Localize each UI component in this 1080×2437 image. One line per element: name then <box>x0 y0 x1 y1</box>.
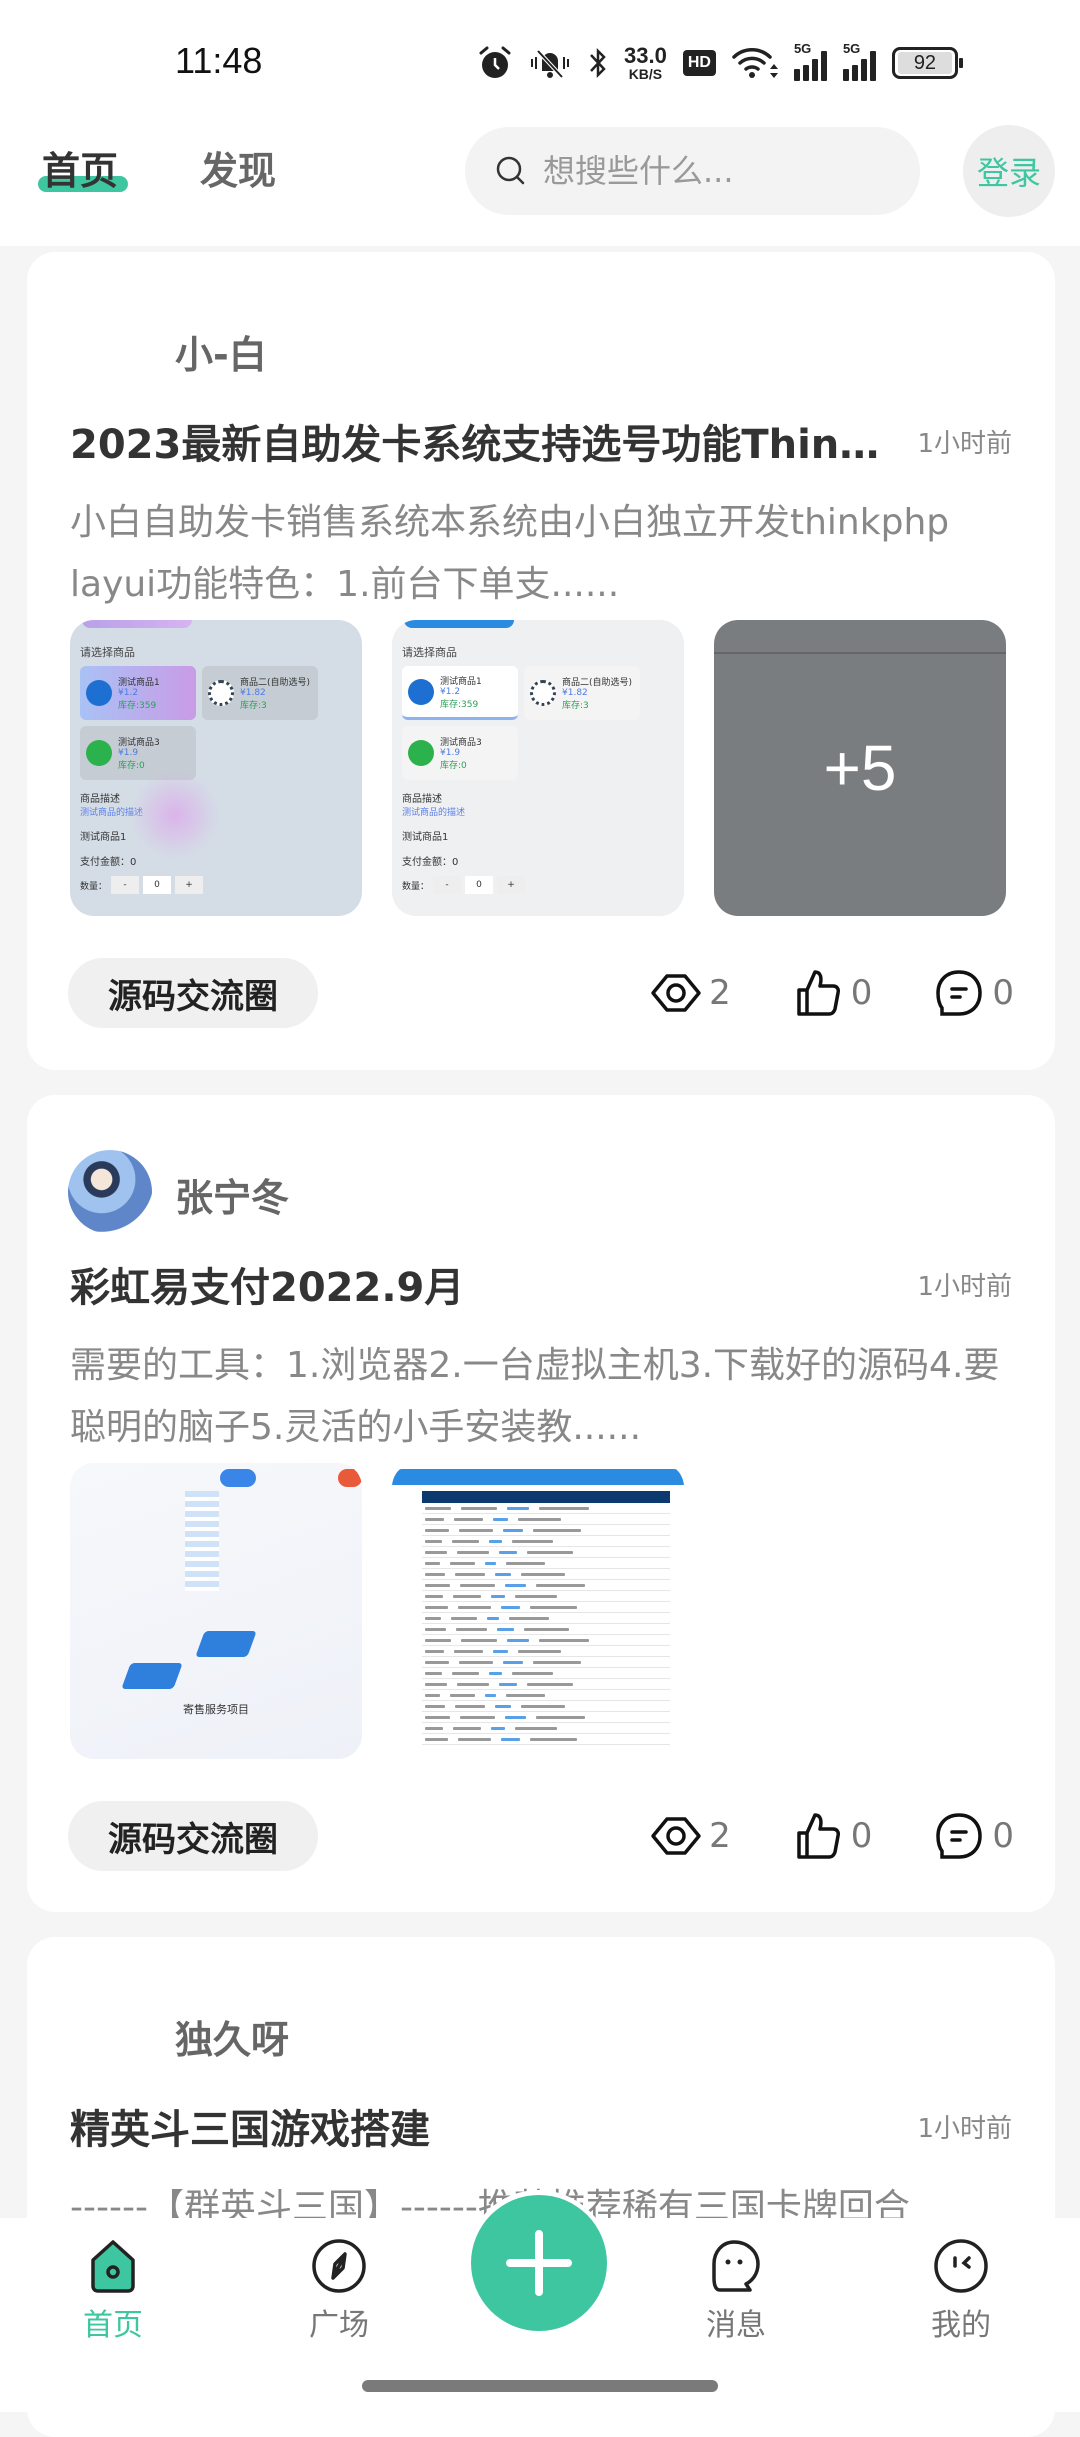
image-table-row <box>422 1690 670 1701</box>
post-image[interactable] <box>392 1463 684 1759</box>
tab-discover[interactable]: 发现 <box>200 140 276 195</box>
image-table-row <box>422 1580 670 1591</box>
post-card[interactable]: 张宁冬 彩虹易支付2022.9月 1小时前 需要的工具：1.浏览器2.一台虚拟主… <box>27 1095 1055 1912</box>
post-image[interactable]: 寄售服务项目 <box>70 1463 362 1759</box>
nav-square[interactable]: 广场 <box>279 2236 399 2344</box>
image-table-row <box>422 1602 670 1613</box>
views-stat: 2 <box>647 964 731 1022</box>
profile-icon <box>934 2239 988 2293</box>
author-name[interactable]: 小-白 <box>175 324 267 379</box>
image-table-row <box>422 1668 670 1679</box>
post-card[interactable]: 小-白 2023最新自助发卡系统支持选号功能Think... 1小时前 小白自助… <box>27 252 1055 1070</box>
image-caption: 寄售服务项目 <box>183 1703 249 1716</box>
post-excerpt: 小白自助发卡销售系统本系统由小白独立开发thinkphp layui功能特色：1… <box>70 502 950 605</box>
comment-icon <box>936 970 983 1016</box>
image-table-row <box>422 1657 670 1668</box>
more-images-count: +5 <box>823 732 897 804</box>
nav-messages[interactable]: 消息 <box>676 2236 796 2344</box>
circle-tag[interactable]: 源码交流圈 <box>68 1801 318 1871</box>
post-title[interactable]: 2023最新自助发卡系统支持选号功能Think... <box>70 412 900 470</box>
post-title[interactable]: 彩虹易支付2022.9月 <box>70 1255 464 1313</box>
image-table-row <box>422 1569 670 1580</box>
top-header: 首页 发现 登录 <box>0 110 1080 246</box>
compass-icon <box>312 2239 366 2293</box>
author-name[interactable]: 独久呀 <box>175 2009 289 2064</box>
image-table-row <box>422 1723 670 1734</box>
signal-5g-icon: 5G <box>793 41 827 81</box>
message-icon <box>712 2240 760 2292</box>
circle-tag[interactable]: 源码交流圈 <box>68 958 318 1028</box>
like-button[interactable]: 0 <box>789 1807 872 1865</box>
search-icon <box>496 156 525 185</box>
comment-button[interactable]: 0 <box>930 964 1014 1022</box>
image-table-row <box>422 1547 670 1558</box>
nav-profile[interactable]: 我的 <box>901 2236 1021 2344</box>
post-image[interactable]: 请选择商品 测试商品1 ¥1.2 库存:359 商品二(自助选号) ¥1.82 库存:3… <box>70 620 362 916</box>
network-speed: 33.0 KB/S <box>624 43 667 82</box>
image-table-row <box>422 1591 670 1602</box>
image-table-row <box>422 1712 670 1723</box>
status-time: 11:48 <box>175 40 263 81</box>
image-table-row <box>422 1525 670 1536</box>
signal-5g-icon: 5G <box>842 41 876 81</box>
search-bar[interactable] <box>465 127 920 215</box>
image-table-row <box>422 1679 670 1690</box>
post-time: 1小时前 <box>917 2113 1012 2144</box>
eye-icon <box>651 974 701 1012</box>
thumbs-up-icon <box>796 970 840 1016</box>
battery-level: 92 <box>897 52 952 74</box>
wifi-icon <box>732 45 778 81</box>
image-table-row <box>422 1503 670 1514</box>
like-button[interactable]: 0 <box>789 964 872 1022</box>
status-bar: 11:48 33.0 KB/S HD 5G 5G 92 <box>0 0 1080 110</box>
home-icon <box>91 2240 135 2293</box>
post-image[interactable]: 请选择商品 测试商品1 ¥1.2 库存:359 商品二(自助选号) ¥1.82 库存:3… <box>392 620 684 916</box>
post-excerpt: 需要的工具：1.浏览器2.一台虚拟主机3.下载好的源码4.要聪明的脑子5.灵活的… <box>70 1345 1000 1448</box>
bluetooth-icon <box>588 45 608 81</box>
alarm-icon <box>478 45 512 81</box>
image-table-row <box>422 1536 670 1547</box>
nav-home[interactable]: 首页 <box>53 2236 173 2344</box>
post-time: 1小时前 <box>917 1271 1012 1302</box>
image-table-row <box>422 1701 670 1712</box>
home-indicator[interactable] <box>362 2380 718 2392</box>
plus-icon <box>505 2229 572 2296</box>
mute-vibrate-icon <box>528 45 572 81</box>
image-table-row <box>422 1624 670 1635</box>
comment-icon <box>936 1813 983 1859</box>
more-images-button[interactable]: +5 <box>714 620 1006 916</box>
tab-home[interactable]: 首页 <box>37 140 129 195</box>
image-table-row <box>422 1734 670 1745</box>
image-table-row <box>422 1558 670 1569</box>
comment-button[interactable]: 0 <box>930 1807 1014 1865</box>
post-time: 1小时前 <box>917 428 1012 459</box>
post-title[interactable]: 精英斗三国游戏搭建 <box>70 2097 430 2155</box>
login-button[interactable]: 登录 <box>963 125 1055 217</box>
battery-icon: 92 <box>891 47 963 79</box>
image-table-row <box>422 1646 670 1657</box>
thumbs-up-icon <box>796 1813 840 1859</box>
avatar[interactable] <box>68 1150 152 1234</box>
image-table-row <box>422 1635 670 1646</box>
create-post-button[interactable] <box>466 2190 611 2335</box>
hd-icon: HD <box>682 50 716 76</box>
search-input[interactable] <box>543 152 903 190</box>
author-name[interactable]: 张宁冬 <box>175 1167 289 1222</box>
image-table-row <box>422 1514 670 1525</box>
eye-icon <box>651 1817 701 1855</box>
views-stat: 2 <box>647 1807 731 1865</box>
image-table-row <box>422 1613 670 1624</box>
